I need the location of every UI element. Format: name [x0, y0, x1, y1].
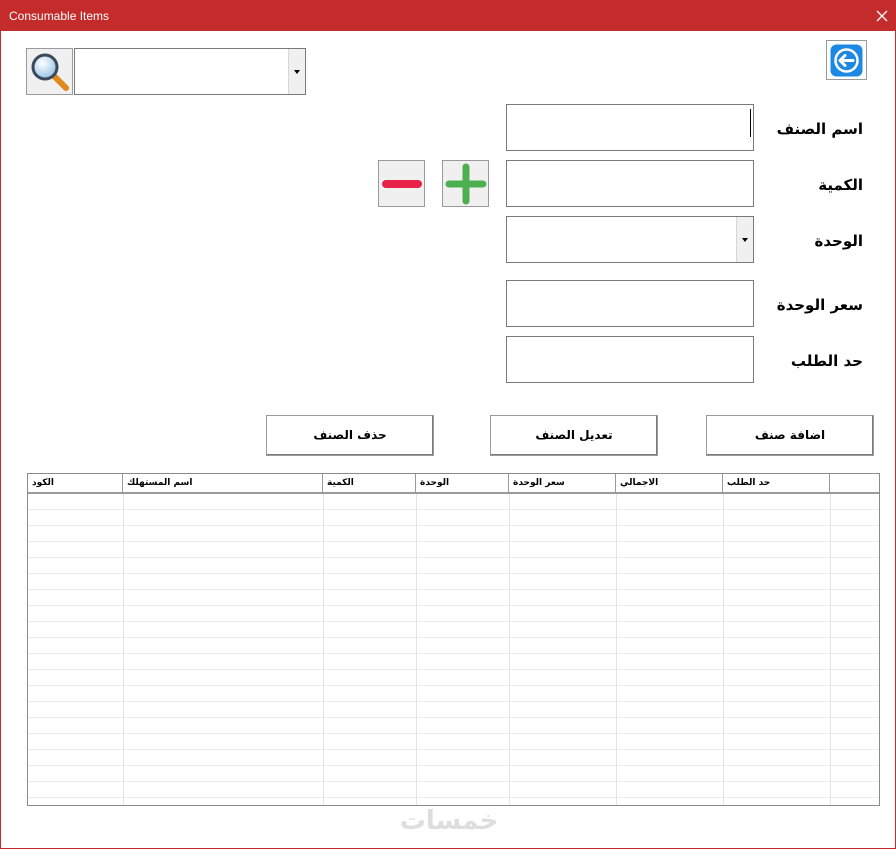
- plus-icon: [445, 163, 487, 205]
- column-divider: [616, 494, 617, 805]
- title-bar: Consumable Items: [1, 1, 896, 31]
- column-header-total[interactable]: الاجمالي: [616, 474, 723, 492]
- back-button[interactable]: [826, 40, 867, 80]
- increase-quantity-button[interactable]: [442, 160, 489, 207]
- minus-icon: [382, 180, 422, 188]
- search-combo[interactable]: [74, 48, 306, 95]
- table-body[interactable]: [28, 494, 879, 805]
- close-icon: [876, 10, 888, 22]
- column-divider: [416, 494, 417, 805]
- column-header-unit-price[interactable]: سعر الوحدة: [509, 474, 616, 492]
- column-divider: [509, 494, 510, 805]
- column-header-code[interactable]: الكود: [28, 474, 123, 492]
- column-header-filler: [830, 474, 879, 492]
- reorder-limit-input[interactable]: [506, 336, 754, 383]
- items-table[interactable]: الكود اسم المستهلك الكمية الوحدة سعر الو…: [27, 473, 880, 806]
- search-button[interactable]: [26, 48, 73, 95]
- column-header-reorder-limit[interactable]: حد الطلب: [723, 474, 830, 492]
- reorder-limit-label: حد الطلب: [790, 352, 863, 370]
- delete-item-button[interactable]: حذف الصنف: [266, 415, 434, 456]
- item-name-input[interactable]: [506, 104, 754, 151]
- item-name-label: اسم الصنف: [776, 120, 863, 138]
- close-button[interactable]: [867, 1, 896, 31]
- search-combo-dropdown-button[interactable]: [288, 49, 305, 94]
- column-divider: [123, 494, 124, 805]
- table-header: الكود اسم المستهلك الكمية الوحدة سعر الو…: [28, 474, 879, 494]
- column-divider: [723, 494, 724, 805]
- quantity-input[interactable]: [506, 160, 754, 207]
- column-header-consumer-name[interactable]: اسم المستهلك: [123, 474, 323, 492]
- column-header-unit[interactable]: الوحدة: [416, 474, 509, 492]
- unit-combo[interactable]: [506, 216, 754, 263]
- arrow-left-icon: [830, 44, 863, 77]
- window-title: Consumable Items: [9, 9, 110, 23]
- unit-price-label: سعر الوحدة: [776, 296, 863, 314]
- column-header-quantity[interactable]: الكمية: [323, 474, 416, 492]
- decrease-quantity-button[interactable]: [378, 160, 425, 207]
- column-divider: [830, 494, 831, 805]
- unit-label: الوحدة: [814, 232, 863, 250]
- watermark: خمسات: [399, 806, 499, 836]
- column-divider: [323, 494, 324, 805]
- quantity-label: الكمية: [818, 176, 863, 194]
- unit-price-input[interactable]: [506, 280, 754, 327]
- consumable-items-window: Consumable Items اسم الصنف الكمية الوحدة…: [0, 0, 896, 849]
- add-item-button[interactable]: اضافة صنف: [706, 415, 874, 456]
- edit-item-button[interactable]: تعديل الصنف: [490, 415, 658, 456]
- magnifier-icon: [31, 53, 69, 91]
